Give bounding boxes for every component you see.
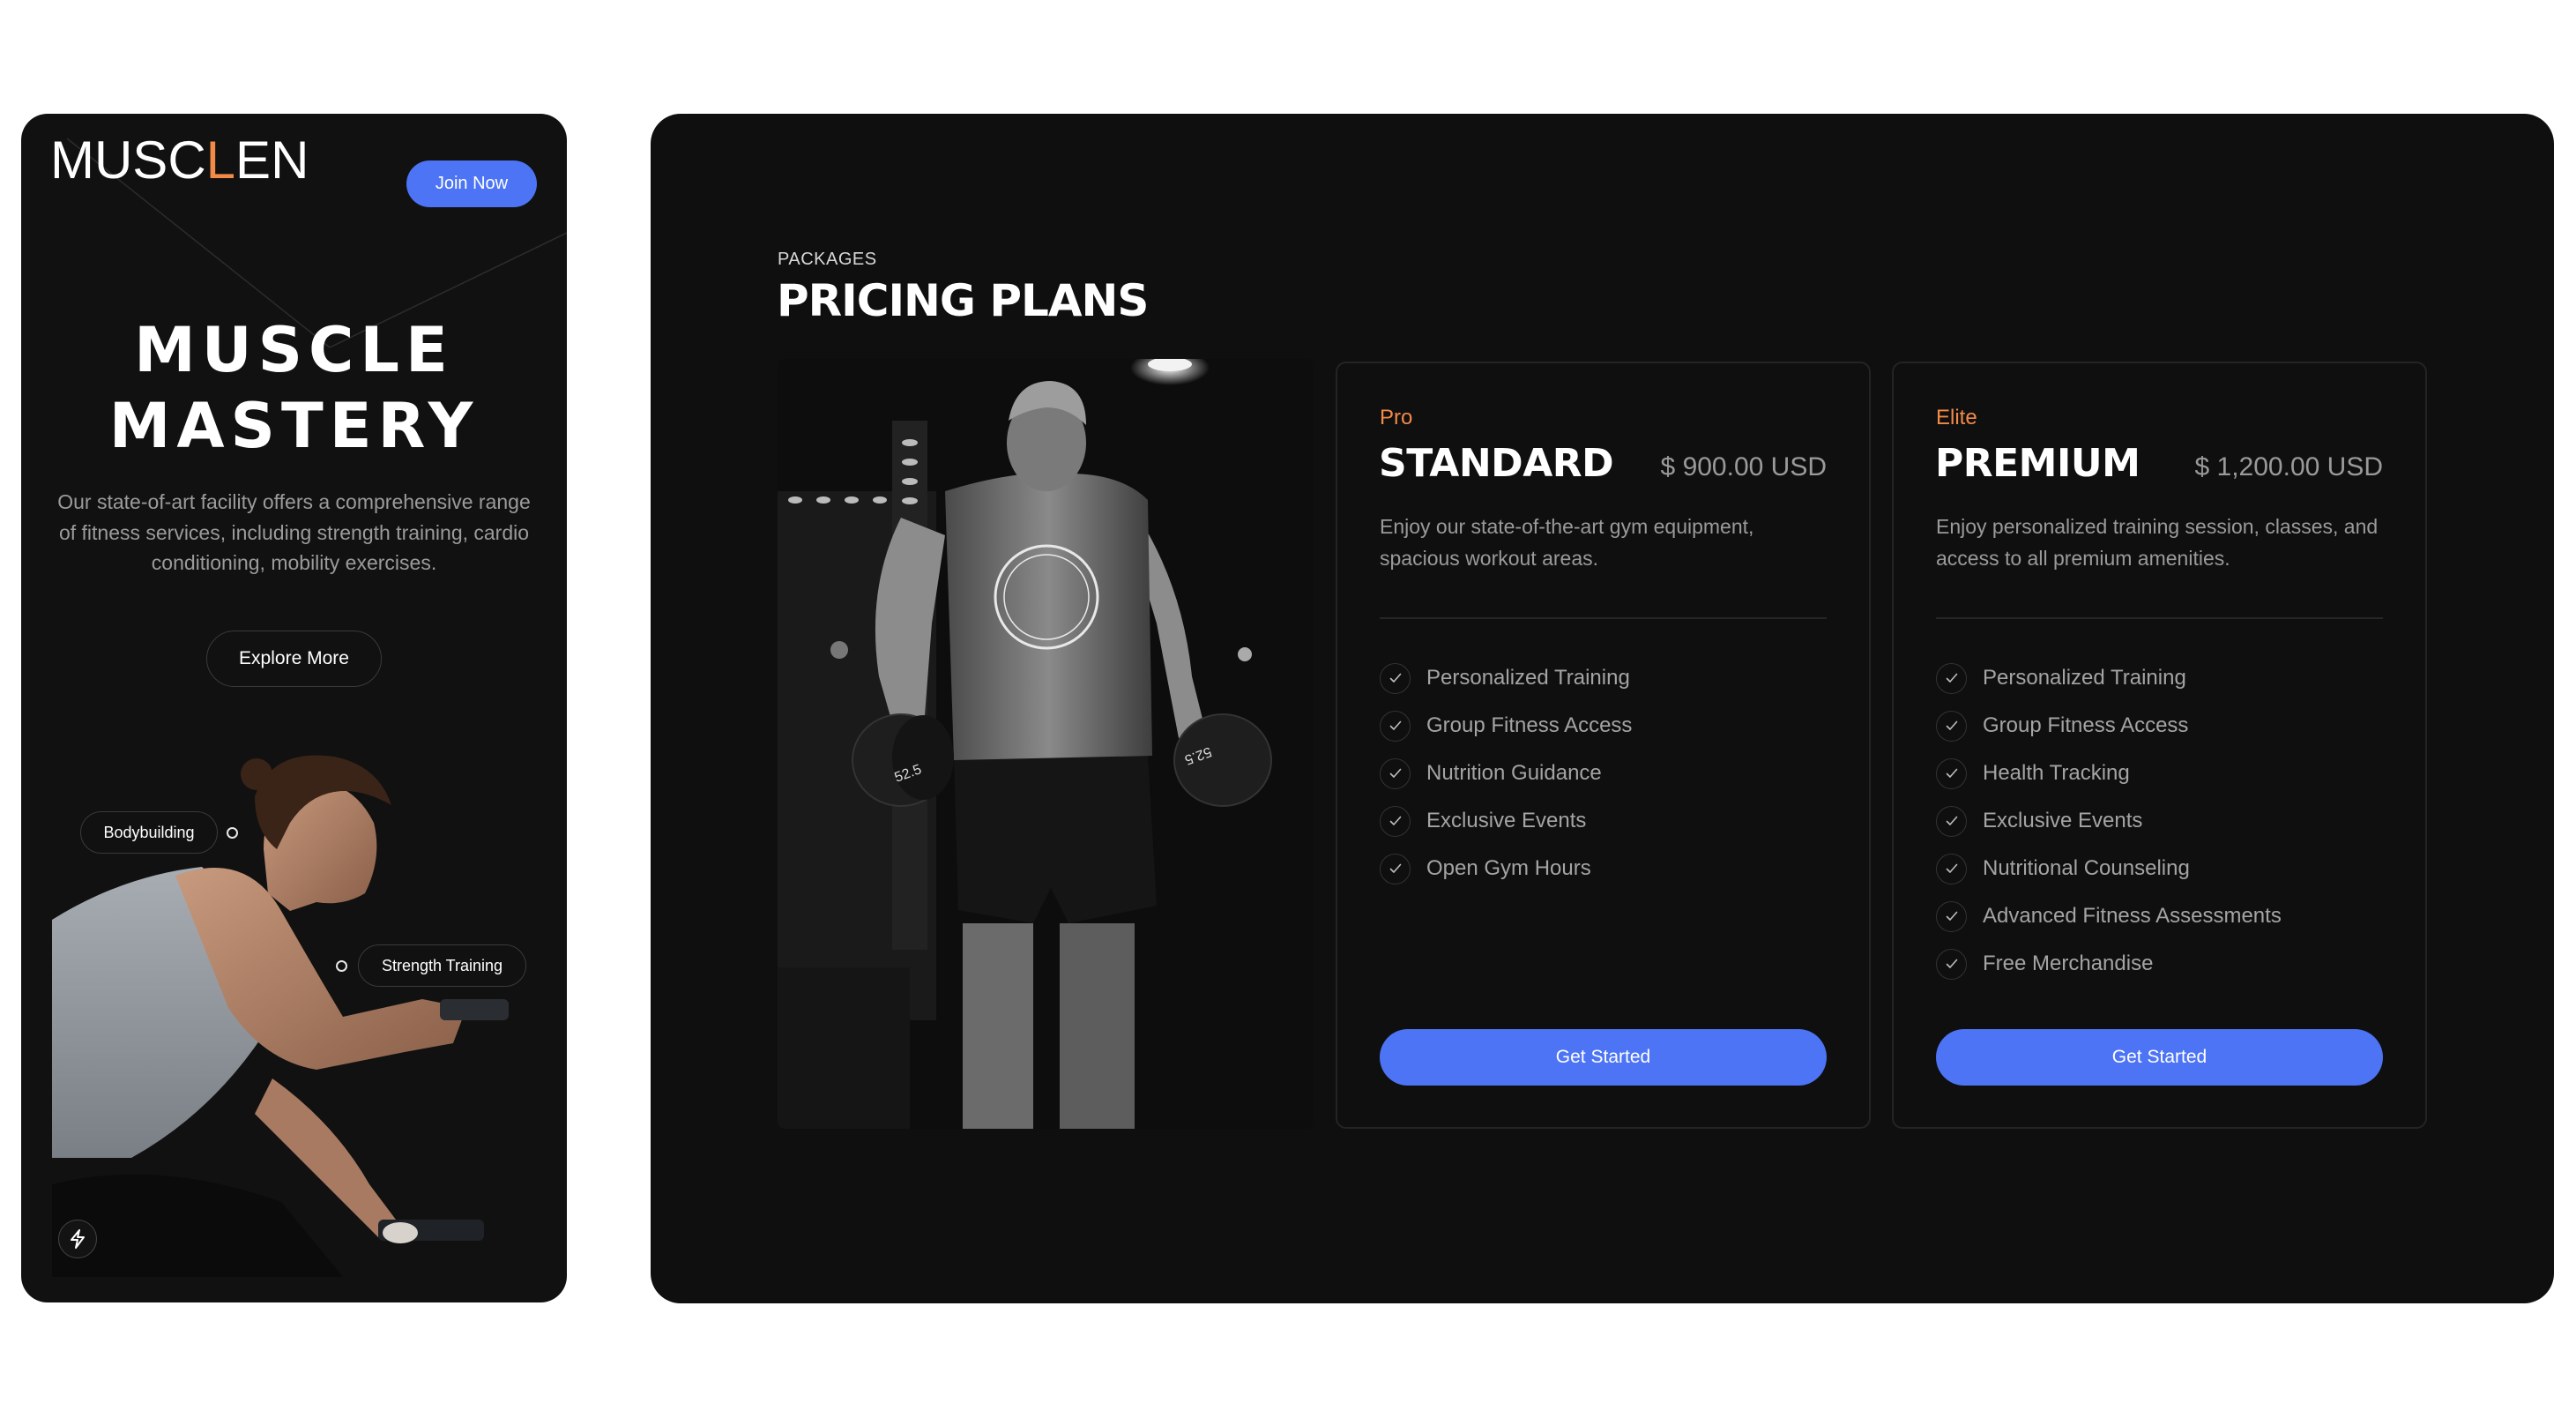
tag-strength-training[interactable]: Strength Training xyxy=(358,944,526,987)
feature-label: Health Tracking xyxy=(1983,761,2130,785)
pricing-section: PACKAGES PRICING PLANS 52.5 52.5 Pro STA… xyxy=(651,114,2554,1303)
check-circle-icon xyxy=(1380,710,1411,742)
brand-logo[interactable]: MUSCLEN xyxy=(50,134,309,187)
tag-marker-dot xyxy=(336,960,347,972)
feature-item: Nutrition Guidance xyxy=(1380,750,1632,797)
plan-card-standard: Pro STANDARD $ 900.00 USD Enjoy our stat… xyxy=(1336,362,1871,1129)
tag-label: Strength Training xyxy=(381,956,503,974)
feature-label: Personalized Training xyxy=(1426,666,1630,690)
logo-text-prefix: MUSC xyxy=(50,131,206,190)
feature-label: Exclusive Events xyxy=(1983,809,2143,832)
explore-more-button[interactable]: Explore More xyxy=(206,631,382,687)
logo-text-suffix: EN xyxy=(235,131,309,190)
feature-item: Exclusive Events xyxy=(1936,797,2282,845)
plan-card-premium: Elite PREMIUM $ 1,200.00 USD Enjoy perso… xyxy=(1892,362,2427,1129)
feature-label: Nutrition Guidance xyxy=(1426,761,1602,785)
check-circle-icon xyxy=(1380,805,1411,837)
feature-item: Group Fitness Access xyxy=(1936,702,2282,750)
feature-label: Advanced Fitness Assessments xyxy=(1983,904,2282,928)
hero-title: MUSCLE MASTERY xyxy=(21,312,567,464)
plan-name: PREMIUM xyxy=(1935,441,2140,486)
feature-label: Personalized Training xyxy=(1983,666,2186,690)
check-circle-icon xyxy=(1936,900,1967,932)
plan-price: $ 900.00 USD xyxy=(1660,452,1827,481)
check-circle-icon xyxy=(1936,805,1967,837)
plan-price: $ 1,200.00 USD xyxy=(2194,452,2383,481)
section-eyebrow: PACKAGES xyxy=(778,250,877,269)
feature-label: Free Merchandise xyxy=(1983,952,2154,975)
lightning-bolt-icon xyxy=(71,1229,85,1249)
featured-athlete-photo: 52.5 52.5 xyxy=(778,359,1314,1129)
logo-text-highlight: L xyxy=(205,131,236,190)
feature-label: Group Fitness Access xyxy=(1426,713,1633,737)
feature-label: Nutritional Counseling xyxy=(1983,856,2190,880)
feature-item: Free Merchandise xyxy=(1936,940,2282,988)
check-circle-icon xyxy=(1380,758,1411,789)
feature-item: Personalized Training xyxy=(1380,654,1632,702)
get-started-button[interactable]: Get Started xyxy=(1936,1029,2383,1086)
join-now-button[interactable]: Join Now xyxy=(406,160,537,207)
tag-label: Bodybuilding xyxy=(103,823,195,841)
tag-marker-dot xyxy=(227,827,238,839)
feature-list: Personalized Training Group Fitness Acces… xyxy=(1380,654,1632,892)
feature-item: Personalized Training xyxy=(1936,654,2282,702)
check-circle-icon xyxy=(1936,948,1967,980)
check-circle-icon xyxy=(1380,662,1411,694)
feature-label: Exclusive Events xyxy=(1426,809,1587,832)
hero-description: Our state-of-art facility offers a compr… xyxy=(57,490,531,574)
check-circle-icon xyxy=(1936,662,1967,694)
feature-item: Health Tracking xyxy=(1936,750,2282,797)
feature-item: Open Gym Hours xyxy=(1380,845,1632,892)
divider xyxy=(1936,617,2383,619)
plan-description: Enjoy our state-of-the-art gym equipment… xyxy=(1380,515,1754,570)
mobile-hero-panel: MUSCLEN Join Now MUSCLE MASTERY Our stat… xyxy=(21,114,567,1302)
plan-name: STANDARD xyxy=(1379,441,1614,486)
hero-title-line-1: MUSCLE xyxy=(134,314,454,386)
feature-list: Personalized Training Group Fitness Acces… xyxy=(1936,654,2282,988)
feature-item: Nutritional Counseling xyxy=(1936,845,2282,892)
plan-description: Enjoy personalized training session, cla… xyxy=(1936,515,2379,570)
feature-item: Exclusive Events xyxy=(1380,797,1632,845)
check-circle-icon xyxy=(1936,758,1967,789)
check-circle-icon xyxy=(1936,710,1967,742)
check-circle-icon xyxy=(1380,853,1411,884)
check-circle-icon xyxy=(1936,853,1967,884)
plan-tier: Pro xyxy=(1380,406,1413,429)
feature-item: Group Fitness Access xyxy=(1380,702,1632,750)
feature-label: Open Gym Hours xyxy=(1426,856,1591,880)
get-started-button[interactable]: Get Started xyxy=(1380,1029,1827,1086)
feature-label: Group Fitness Access xyxy=(1983,713,2189,737)
tag-bodybuilding[interactable]: Bodybuilding xyxy=(80,811,218,854)
feature-item: Advanced Fitness Assessments xyxy=(1936,892,2282,940)
hero-title-line-2: MASTERY xyxy=(108,390,480,462)
divider xyxy=(1380,617,1827,619)
section-title: PRICING PLANS xyxy=(777,275,1149,326)
lightning-bolt-button[interactable] xyxy=(58,1220,97,1258)
plan-tier: Elite xyxy=(1936,406,1977,429)
